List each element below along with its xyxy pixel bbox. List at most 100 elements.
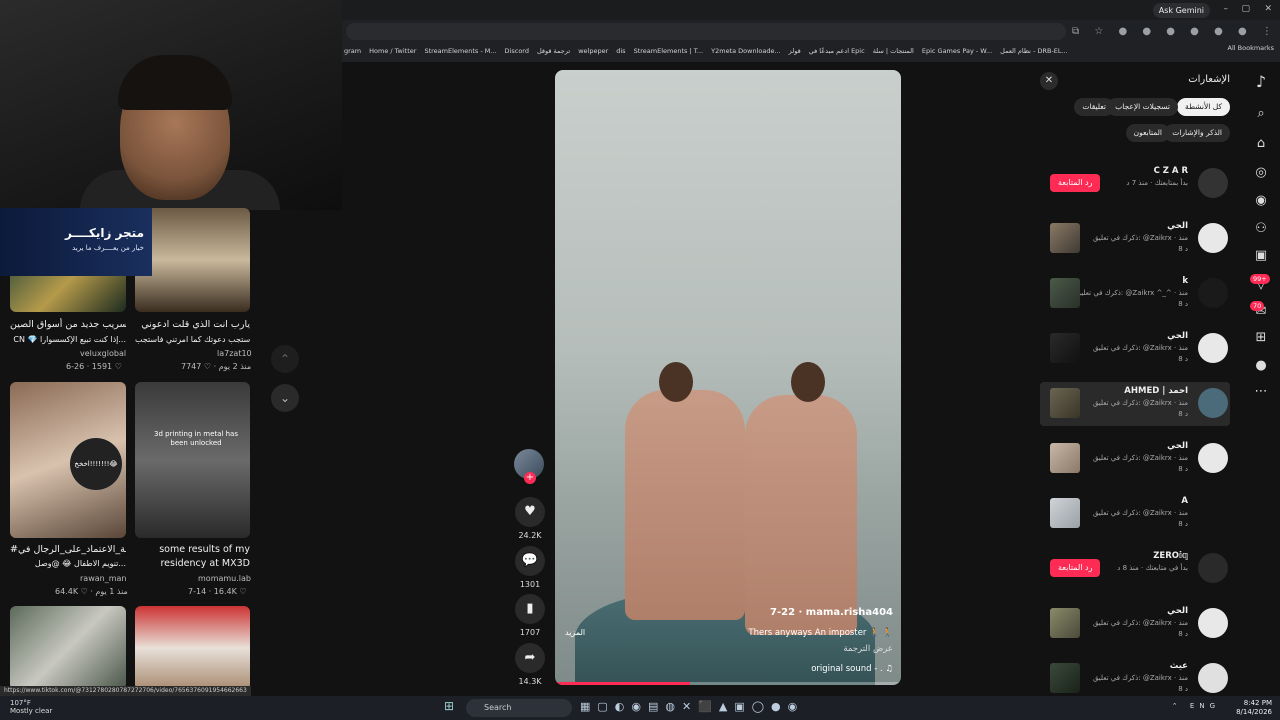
grid-thumbnail[interactable]: اخخخ!!!!!!!😂 xyxy=(10,382,126,538)
bookmark-item[interactable]: Home / Twitter xyxy=(369,47,416,55)
clock[interactable]: 8:42 PM 8/14/2026 xyxy=(1236,699,1272,717)
comment-action[interactable]: 💬 1301 xyxy=(514,546,546,589)
notification-item[interactable]: الحي ذكرك في تعليق: @Zaikrx · منذ 8 د xyxy=(1040,602,1230,646)
video-caption[interactable]: #حملة_الاعتماد_على_الرجال في xyxy=(10,543,126,557)
avatar[interactable] xyxy=(1198,168,1228,198)
video-thumbnail[interactable] xyxy=(1050,223,1080,253)
avatar[interactable] xyxy=(1198,333,1228,363)
tab-followers[interactable]: المتابعون xyxy=(1125,124,1170,142)
maximize-icon[interactable]: ▢ xyxy=(1241,4,1250,14)
tab-all-activity[interactable]: كل الأنشطة xyxy=(1177,98,1230,116)
bookmark-item[interactable]: Epic Games Pay - W... xyxy=(922,47,992,55)
video-username[interactable]: 7-22 · mama.risha404 xyxy=(770,607,893,618)
share-action[interactable]: ➦ 14.3K xyxy=(514,643,546,686)
translate-link[interactable]: عرض الترجمة xyxy=(843,644,893,654)
address-bar[interactable] xyxy=(346,23,1066,40)
weather-widget[interactable]: 107°F Mostly clear xyxy=(10,699,52,715)
minimize-icon[interactable]: – xyxy=(1224,4,1229,14)
video-caption[interactable]: يارب انت الذي قلت ادعوني xyxy=(135,318,250,332)
bookmark-item[interactable]: ادعم مبدعًا في Epic xyxy=(809,47,865,55)
bookmark-item[interactable]: Y2meta Downloade... xyxy=(711,47,781,55)
bookmark-item[interactable]: نظام العمل - DRB-EL... xyxy=(1000,47,1068,55)
follow-back-button[interactable]: رد المتابعة xyxy=(1050,174,1101,192)
video-author[interactable]: veluxglobal xyxy=(80,349,126,358)
explore-icon[interactable]: ◎ xyxy=(1251,163,1271,183)
avatar[interactable] xyxy=(1198,223,1228,253)
more-icon[interactable]: ⋯ xyxy=(1251,382,1271,402)
avatar[interactable] xyxy=(1198,608,1228,638)
avatar[interactable] xyxy=(1198,443,1228,473)
avatar[interactable] xyxy=(1198,388,1228,418)
tiktok-logo-icon[interactable]: ♪ xyxy=(1251,72,1271,92)
bookmark-item[interactable]: قولز xyxy=(789,47,801,55)
video-player[interactable]: 7-22 · mama.risha404 Thers anyways An im… xyxy=(555,70,901,685)
bookmark-item[interactable]: gram xyxy=(344,47,361,55)
more-link[interactable]: المزيد xyxy=(565,628,585,637)
profile-icon[interactable]: ● xyxy=(1251,356,1271,376)
bookmark-item[interactable]: StreamElements | T... xyxy=(634,47,704,55)
video-thumbnail[interactable] xyxy=(1050,498,1080,528)
video-thumbnail[interactable] xyxy=(1050,388,1080,418)
tab-mentions[interactable]: الذكر والإشارات xyxy=(1164,124,1230,142)
bookmark-icon[interactable]: ▮ xyxy=(515,594,545,624)
search-icon[interactable]: ⌕ xyxy=(1251,104,1271,124)
video-caption[interactable]: some results of my xyxy=(135,543,250,557)
all-bookmarks[interactable]: All Bookmarks xyxy=(1228,44,1274,52)
share-icon[interactable]: ➦ xyxy=(515,643,545,673)
video-thumbnail[interactable] xyxy=(1050,663,1080,693)
notification-item[interactable]: الحي ذكرك في تعليق: @Zaikrx · منذ 8 د xyxy=(1040,327,1230,371)
video-thumbnail[interactable] xyxy=(1050,443,1080,473)
video-author[interactable]: momamu.lab xyxy=(198,574,251,583)
avatar[interactable] xyxy=(1198,278,1228,308)
bookmark-item[interactable]: المنتجات | سلة xyxy=(873,47,914,55)
video-author[interactable]: rawan_man xyxy=(80,574,126,583)
chevron-up-icon[interactable]: ⌃ xyxy=(1172,702,1183,710)
system-tray[interactable]: ⌃ ENG xyxy=(1172,702,1220,710)
extension-icons[interactable]: ⧉ ☆ ● ● ● ● ● ● ⋮ xyxy=(1072,26,1278,37)
follow-back-button[interactable]: رد المتابعة xyxy=(1050,559,1101,577)
follow-plus-icon[interactable]: + xyxy=(524,472,536,484)
bookmark-item[interactable]: welpeper xyxy=(578,47,608,55)
avatar[interactable] xyxy=(1198,553,1228,583)
grid-thumbnail[interactable] xyxy=(135,208,250,312)
video-thumbnail[interactable] xyxy=(1050,278,1080,308)
grid-thumbnail[interactable] xyxy=(10,606,126,690)
grid-thumbnail[interactable] xyxy=(135,606,250,690)
video-caption[interactable]: CN 💎 إذا كنت تبيع الإكسسوارا... xyxy=(10,333,126,347)
upload-icon[interactable]: ⊞ xyxy=(1251,328,1271,348)
video-caption[interactable]: تسريب جديد من أسواق الصين! xyxy=(10,318,126,332)
heart-icon[interactable]: ♥ xyxy=(515,497,545,527)
taskbar-search[interactable]: Search xyxy=(466,699,572,717)
notification-item[interactable]: C Z A R بدأ بمتابعتك · منذ 7 د رد المتاب… xyxy=(1040,162,1230,206)
following-avatar-icon[interactable]: ◉ xyxy=(1251,191,1271,211)
grid-thumbnail[interactable]: 3d printing in metal has been unlocked xyxy=(135,382,250,538)
like-action[interactable]: ♥ 24.2K xyxy=(514,497,546,540)
video-sound[interactable]: original sound - . ♫ xyxy=(811,664,893,674)
notification-item[interactable]: ZERO𝕚𝕢 بدأ في متابعتك · منذ 8 د رد المتا… xyxy=(1040,547,1230,591)
close-icon[interactable]: ✕ xyxy=(1040,72,1058,90)
video-author[interactable]: la7zat10 xyxy=(217,349,252,358)
video-thumbnail[interactable] xyxy=(1050,608,1080,638)
previous-video-button[interactable]: ⌃ xyxy=(271,345,299,373)
next-video-button[interactable]: ⌄ xyxy=(271,384,299,412)
start-icon[interactable]: ⊞ xyxy=(444,699,454,713)
notification-item[interactable]: A ذكرك في تعليق: @Zaikrx · منذ 8 د xyxy=(1040,492,1230,536)
video-thumbnail[interactable] xyxy=(1050,333,1080,363)
bookmark-item[interactable]: ترجمة قوقل xyxy=(537,47,570,55)
save-action[interactable]: ▮ 1707 xyxy=(514,594,546,637)
notification-item[interactable]: عيث ذكرك في تعليق: @Zaikrx · منذ 8 د xyxy=(1040,657,1230,701)
bookmark-item[interactable]: dis xyxy=(616,47,625,55)
close-window-icon[interactable]: ✕ xyxy=(1264,4,1272,14)
video-caption[interactable]: residency at MX3D xyxy=(135,557,250,571)
video-caption[interactable]: تنويم الاطفال 😂 @وصل... xyxy=(10,557,126,571)
video-progress[interactable] xyxy=(555,682,901,685)
notification-item[interactable]: k ذكرك في تعليق: @Zaikrx ^_^ · منذ 8 د xyxy=(1040,272,1230,316)
live-icon[interactable]: ▣ xyxy=(1251,246,1271,266)
ask-gemini-button[interactable]: Ask Gemini xyxy=(1152,3,1210,18)
notification-item[interactable]: الحي ذكرك في تعليق: @Zaikrx · منذ 8 د xyxy=(1040,437,1230,481)
comment-icon[interactable]: 💬 xyxy=(515,546,545,576)
tab-likes[interactable]: تسجيلات الإعجاب xyxy=(1107,98,1178,116)
avatar[interactable] xyxy=(1198,663,1228,693)
friends-icon[interactable]: ⚇ xyxy=(1251,219,1271,239)
bookmark-item[interactable]: Discord xyxy=(505,47,529,55)
